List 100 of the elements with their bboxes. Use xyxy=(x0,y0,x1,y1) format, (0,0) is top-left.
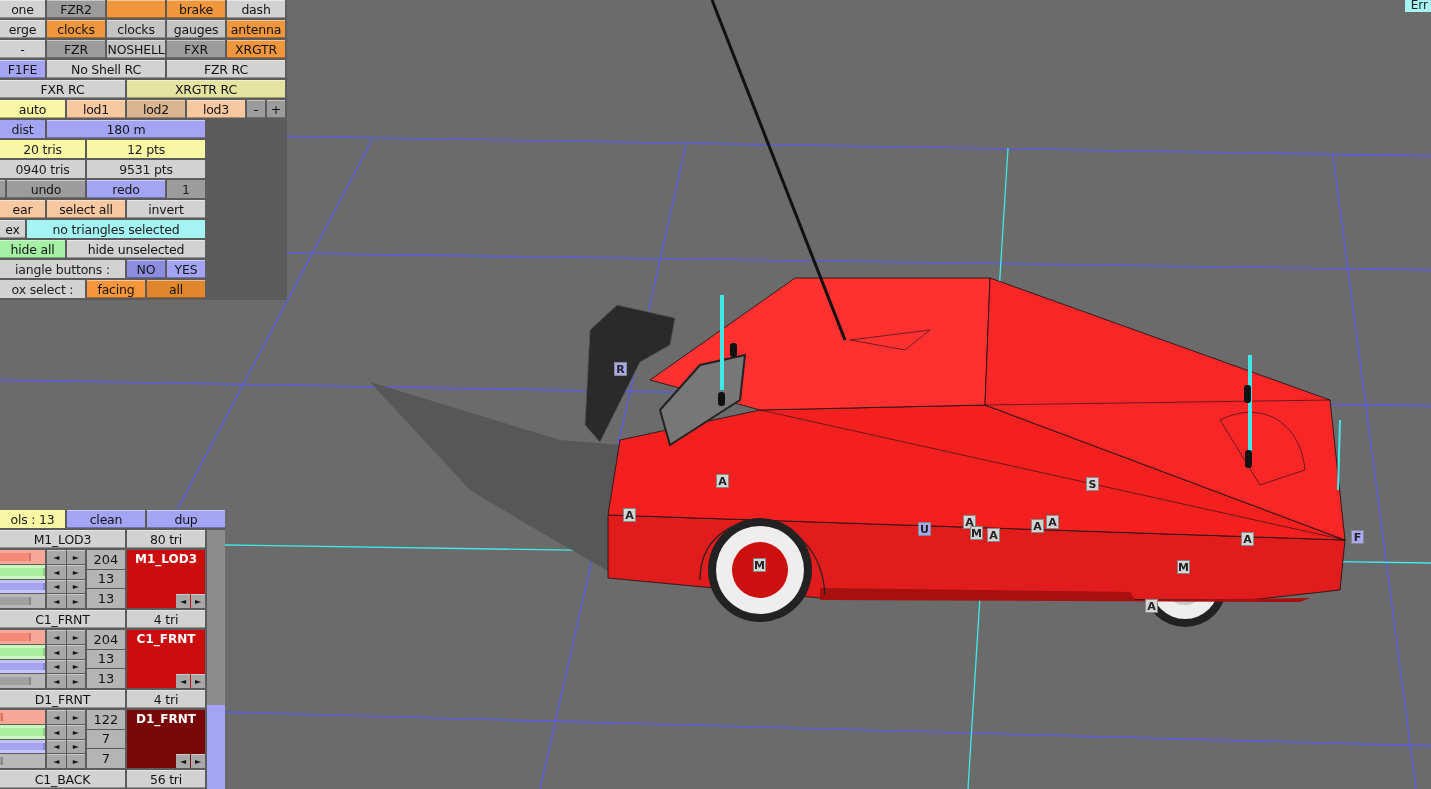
toolbar-button[interactable]: - xyxy=(247,100,265,118)
step-right-button[interactable]: ► xyxy=(66,644,85,659)
step-right-button[interactable]: ► xyxy=(66,659,85,674)
toolbar-button[interactable]: one xyxy=(0,0,45,18)
step-left-button[interactable]: ◄ xyxy=(176,754,190,768)
step-right-button[interactable]: ► xyxy=(191,674,205,688)
toolbar-button[interactable]: YES xyxy=(167,260,205,278)
color-slider[interactable] xyxy=(0,710,45,724)
vertex-marker[interactable]: U xyxy=(918,522,931,536)
toolbar-button[interactable]: 180 m xyxy=(47,120,205,138)
step-left-button[interactable]: ◄ xyxy=(47,754,66,768)
value-field[interactable]: 7 xyxy=(87,729,125,749)
toolbar-button[interactable]: clocks xyxy=(107,20,165,38)
step-right-button[interactable]: ► xyxy=(66,724,85,739)
vertex-marker[interactable]: S xyxy=(1086,477,1099,491)
color-slider[interactable] xyxy=(0,674,45,688)
vertex-marker[interactable]: A xyxy=(1145,599,1158,613)
vertex-marker[interactable]: A xyxy=(987,528,1000,542)
step-left-button[interactable]: ◄ xyxy=(47,710,66,724)
step-left-button[interactable]: ◄ xyxy=(47,579,66,594)
toolbar-button[interactable]: FXR RC xyxy=(0,80,125,98)
toolbar-button[interactable]: clean xyxy=(67,510,145,528)
error-button[interactable]: Err xyxy=(1404,0,1431,12)
toolbar-button[interactable]: gauges xyxy=(167,20,225,38)
toolbar-button[interactable]: + xyxy=(267,100,285,118)
step-left-button[interactable]: ◄ xyxy=(47,739,66,754)
toolbar-button[interactable]: XRGTR RC xyxy=(127,80,285,98)
step-right-button[interactable]: ► xyxy=(66,754,85,768)
blank-button[interactable] xyxy=(107,0,165,18)
toolbar-button[interactable]: clocks xyxy=(47,20,105,38)
vertex-marker[interactable]: M xyxy=(970,526,983,540)
toolbar-button[interactable]: - xyxy=(0,40,45,58)
blank-button[interactable] xyxy=(0,180,5,198)
step-right-button[interactable]: ► xyxy=(191,754,205,768)
value-field[interactable]: 204 xyxy=(87,630,125,649)
value-field[interactable]: 204 xyxy=(87,550,125,569)
step-right-button[interactable]: ► xyxy=(66,579,85,594)
toolbar-button[interactable]: dash xyxy=(227,0,285,18)
value-field[interactable]: 7 xyxy=(87,749,125,768)
toolbar-button[interactable]: FZR RC xyxy=(167,60,285,78)
vertex-marker[interactable]: A xyxy=(1241,532,1254,546)
toolbar-button[interactable]: F1FE xyxy=(0,60,45,78)
step-left-button[interactable]: ◄ xyxy=(47,550,66,564)
step-left-button[interactable]: ◄ xyxy=(47,594,66,608)
step-right-button[interactable]: ► xyxy=(66,630,85,644)
step-left-button[interactable]: ◄ xyxy=(176,674,190,688)
step-left-button[interactable]: ◄ xyxy=(47,674,66,688)
color-slider[interactable] xyxy=(0,594,45,608)
step-right-button[interactable]: ► xyxy=(191,594,205,608)
step-left-button[interactable]: ◄ xyxy=(47,630,66,644)
step-left-button[interactable]: ◄ xyxy=(47,644,66,659)
vertex-marker[interactable]: M xyxy=(1177,560,1190,574)
step-right-button[interactable]: ► xyxy=(66,710,85,724)
vertex-marker[interactable]: A xyxy=(623,508,636,522)
toolbar-button[interactable]: No Shell RC xyxy=(47,60,165,78)
toolbar-button[interactable]: redo xyxy=(87,180,165,198)
step-right-button[interactable]: ► xyxy=(66,564,85,579)
toolbar-button[interactable]: FXR xyxy=(167,40,225,58)
value-field[interactable]: 13 xyxy=(87,669,125,688)
toolbar-button[interactable]: antenna xyxy=(227,20,285,38)
step-left-button[interactable]: ◄ xyxy=(47,724,66,739)
vertex-marker[interactable]: R xyxy=(614,362,627,376)
vertex-marker[interactable]: M xyxy=(753,558,766,572)
step-left-button[interactable]: ◄ xyxy=(176,594,190,608)
scrollbar[interactable] xyxy=(207,530,225,789)
vertex-marker[interactable]: F xyxy=(1351,530,1364,544)
toolbar-button[interactable]: lod1 xyxy=(67,100,125,118)
step-right-button[interactable]: ► xyxy=(66,674,85,688)
toolbar-button[interactable]: ex xyxy=(0,220,25,238)
toolbar-button[interactable]: auto xyxy=(0,100,65,118)
toolbar-button[interactable]: hide all xyxy=(0,240,65,258)
toolbar-button[interactable]: lod2 xyxy=(127,100,185,118)
toolbar-button[interactable]: erge xyxy=(0,20,45,38)
toolbar-button[interactable]: dup xyxy=(147,510,225,528)
value-field[interactable]: 122 xyxy=(87,710,125,729)
color-slider[interactable] xyxy=(0,630,45,644)
step-left-button[interactable]: ◄ xyxy=(47,659,66,674)
value-field[interactable]: 13 xyxy=(87,589,125,608)
toolbar-button[interactable]: FZR2 xyxy=(47,0,105,18)
color-slider[interactable] xyxy=(0,754,45,768)
toolbar-button[interactable]: select all xyxy=(47,200,125,218)
toolbar-button[interactable]: FZR xyxy=(47,40,105,58)
toolbar-button[interactable]: ear xyxy=(0,200,45,218)
toolbar-button[interactable]: lod3 xyxy=(187,100,245,118)
step-right-button[interactable]: ► xyxy=(66,550,85,564)
vertex-marker[interactable]: A xyxy=(716,474,729,488)
toolbar-button[interactable]: invert xyxy=(127,200,205,218)
vertex-marker[interactable]: A xyxy=(1046,515,1059,529)
toolbar-button[interactable]: XRGTR xyxy=(227,40,285,58)
step-left-button[interactable]: ◄ xyxy=(47,564,66,579)
toolbar-button[interactable]: hide unselected xyxy=(67,240,205,258)
toolbar-button[interactable]: facing xyxy=(87,280,145,298)
toolbar-button[interactable]: NOSHELL xyxy=(107,40,165,58)
toolbar-button[interactable]: brake xyxy=(167,0,225,18)
vertex-marker[interactable]: A xyxy=(1031,519,1044,533)
value-field[interactable]: 13 xyxy=(87,649,125,669)
toolbar-button[interactable]: all xyxy=(147,280,205,298)
toolbar-button[interactable]: NO xyxy=(127,260,165,278)
value-field[interactable]: 13 xyxy=(87,569,125,589)
step-right-button[interactable]: ► xyxy=(66,594,85,608)
